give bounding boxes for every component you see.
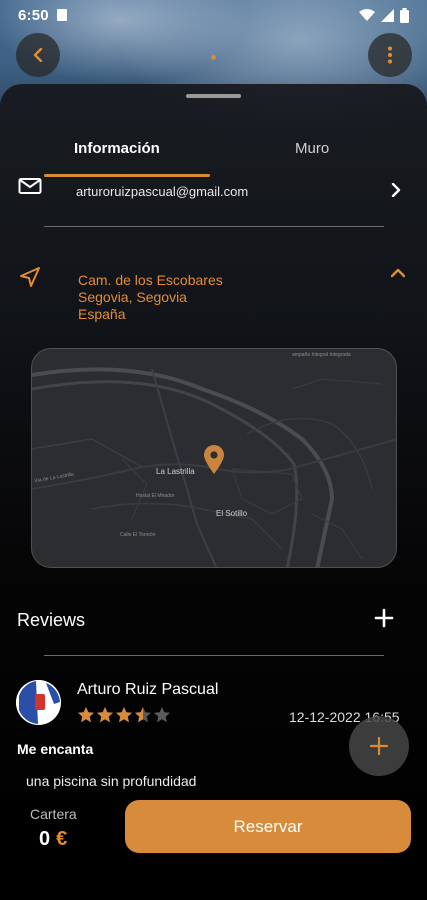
wallet-amount: 0 (39, 828, 51, 850)
sim-card-icon (56, 9, 67, 21)
back-arrow-icon (33, 48, 43, 62)
bottom-action-bar: Cartera 0 € Reservar (0, 784, 427, 900)
map-pin-icon (204, 445, 224, 474)
star-icon (154, 707, 170, 723)
chevron-up-icon (391, 268, 405, 278)
back-button[interactable] (16, 33, 60, 77)
page-indicator-dot (211, 55, 216, 60)
address-line-2: Segovia, Segovia (78, 289, 187, 305)
location-map[interactable]: La Lastrilla El Sotillo Vía de La Lastri… (31, 348, 397, 568)
wallet-value: 0 € (39, 828, 67, 851)
star-icon (116, 707, 132, 723)
chevron-right-icon (391, 183, 401, 197)
wallet-label: Cartera (30, 806, 77, 822)
avatar-emblem-icon (16, 680, 61, 725)
email-value: arturoruizpascual@gmail.com (76, 184, 249, 199)
status-icons (359, 7, 409, 23)
star-icon (78, 707, 94, 723)
star-icon (97, 707, 113, 723)
detail-sheet: Información Muro arturoruizpascual@gmail… (0, 84, 427, 900)
address-line-3: España (78, 306, 126, 322)
reserve-button[interactable]: Reservar (125, 800, 411, 853)
map-label-district: El Sotillo (216, 509, 248, 518)
reviews-divider (44, 655, 384, 656)
review-date-day: 12-12-2022 (289, 709, 361, 725)
address-line-1: Cam. de los Escobares (78, 272, 223, 288)
battery-icon (400, 7, 409, 23)
map-label-town: La Lastrilla (156, 467, 195, 476)
wallet-currency: € (56, 828, 68, 850)
status-time: 6:50 (18, 6, 49, 24)
review-author: Arturo Ruiz Pascual (77, 681, 219, 698)
map-label-street: Calle El Torreón (120, 532, 156, 538)
star-rating (77, 706, 171, 724)
avatar (16, 680, 61, 725)
tab-bar: Información Muro (0, 140, 427, 164)
status-bar: 6:50 (0, 0, 427, 30)
drag-handle[interactable] (186, 94, 241, 98)
tab-muro[interactable]: Muro (295, 140, 329, 157)
more-options-button[interactable] (368, 33, 412, 77)
email-divider (44, 226, 384, 227)
mail-icon (18, 178, 42, 194)
more-vertical-icon (388, 46, 392, 64)
email-row[interactable]: arturoruizpascual@gmail.com (0, 178, 427, 208)
star-icon (135, 707, 151, 723)
location-arrow-icon (20, 267, 40, 287)
signal-icon (381, 8, 394, 22)
review-title: Me encanta (17, 741, 94, 757)
tab-informacion[interactable]: Información (74, 140, 160, 157)
wifi-icon (359, 8, 375, 21)
add-review-icon[interactable] (374, 608, 394, 628)
map-label-hostel: Hostal El Mirador (136, 493, 175, 499)
map-label-corner: ampaña Integral Integrada (292, 352, 351, 358)
plus-icon (370, 737, 388, 755)
floating-add-button[interactable] (349, 716, 409, 776)
reviews-heading: Reviews (17, 610, 86, 630)
active-tab-indicator (44, 174, 210, 177)
